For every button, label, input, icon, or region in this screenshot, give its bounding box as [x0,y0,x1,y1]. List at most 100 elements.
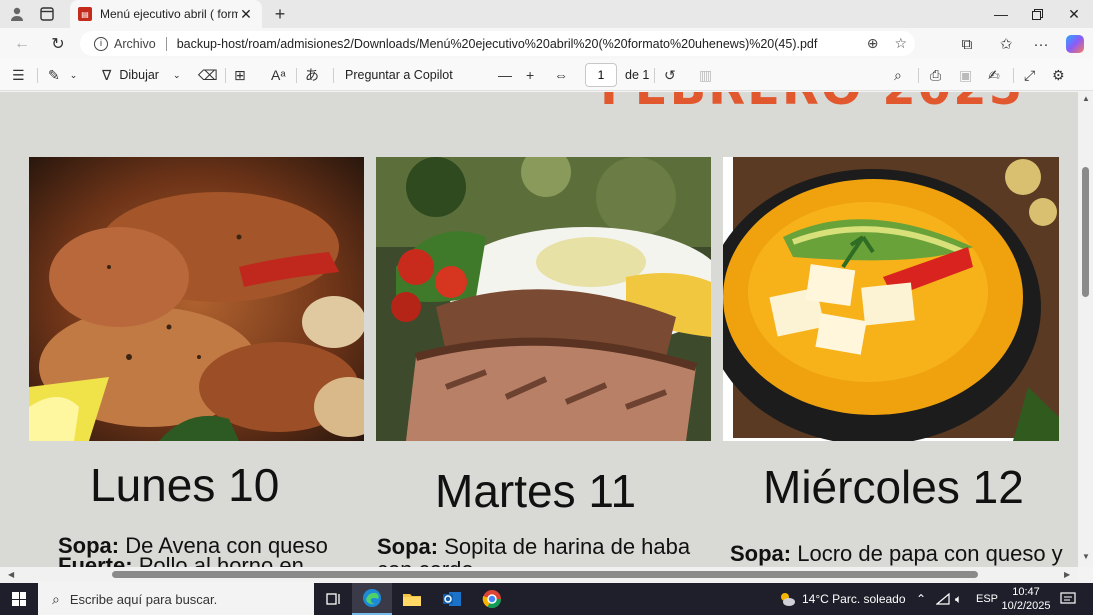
day-title-monday: Lunes 10 [90,459,280,511]
more-menu-icon[interactable]: ··· [1030,33,1052,55]
search-icon: ⌕ [52,590,60,607]
title-bar: ▤ Menú ejecutivo abril ( formato uh ✕ + … [0,0,1093,28]
read-aloud-icon[interactable]: Aᵃ [271,59,286,91]
show-hidden-icons[interactable]: ⌃ [916,583,926,615]
back-icon[interactable]: ← [10,33,34,55]
minimize-icon[interactable]: — [983,0,1019,28]
tab-pdf[interactable]: ▤ Menú ejecutivo abril ( formato uh ✕ [70,0,262,28]
draw-button[interactable]: ∇ Dibujar ⌄ [102,59,181,91]
scroll-right-icon[interactable]: ▶ [1064,570,1070,579]
tab-title: Menú ejecutivo abril ( formato uh [100,7,238,21]
translate-icon[interactable]: あ [305,59,319,91]
divider [918,68,919,83]
food-image-locro-soup [723,157,1059,441]
search-placeholder: Escribe aquí para buscar. [69,591,218,607]
tuesday-soup-line-2: con cerdo [377,558,474,568]
windows-logo-icon [12,592,26,606]
day-title-wednesday: Miércoles 12 [763,461,1024,513]
draw-icon: ∇ [102,66,112,83]
close-tab-icon[interactable]: ✕ [238,6,254,23]
rotate-icon[interactable]: ↺ [664,59,676,91]
zoom-in-icon[interactable]: + [526,59,534,91]
taskbar-search[interactable]: ⌕ Escribe aquí para buscar. [38,583,314,615]
soup-text: Sopita de harina de haba [444,534,691,559]
ask-copilot-button[interactable]: Preguntar a Copilot [345,59,453,91]
wednesday-soup-line: Sopa: Locro de papa con queso y [730,542,1063,566]
page-view-icon[interactable]: ▥ [699,59,712,91]
divider [225,68,226,83]
main-course-text: Pollo al horno en [138,553,304,568]
profile-icon[interactable] [2,0,32,28]
soup-label: Sopa: [730,541,792,566]
outlook-icon[interactable] [432,583,472,615]
print-icon[interactable]: ⎙ [930,59,941,91]
url-text[interactable]: backup-host/roam/admisiones2/Downloads/M… [177,37,818,51]
notifications-icon[interactable] [1060,583,1076,615]
monday-main-line: Fuerte: Pollo al horno en [58,553,304,568]
site-scheme-label: Archivo [114,36,156,51]
network-icon[interactable] [936,583,950,615]
scroll-left-icon[interactable]: ◀ [8,570,14,579]
page-number-input[interactable]: 1 [585,63,617,87]
soup-label: Sopa: [377,534,439,559]
close-window-icon[interactable]: ✕ [1056,0,1092,28]
vertical-scrollbar[interactable]: ▲ ▼ [1078,92,1093,567]
horizontal-scroll-thumb[interactable] [112,571,978,578]
day-title-tuesday: Martes 11 [435,465,637,517]
fullscreen-icon[interactable]: ⤢ [1024,59,1035,91]
zoom-out-icon[interactable]: — [498,59,512,91]
eraser-icon[interactable]: ⌫ [198,59,218,91]
soup-text: Locro de papa con queso y [797,541,1063,566]
tab-actions-icon[interactable] [32,0,62,28]
weather-text: 14°C Parc. soleado [802,592,906,606]
text-box-icon[interactable]: ⊞ [234,59,246,91]
pdf-icon: ▤ [78,7,92,21]
vertical-scroll-thumb[interactable] [1082,167,1089,297]
copilot-icon[interactable] [1064,33,1086,55]
task-view-icon[interactable] [314,583,354,615]
pdf-document-view[interactable]: FEBRERO 2025 [0,92,1078,567]
new-tab-icon[interactable]: + [270,4,290,24]
language-indicator[interactable]: ESP [976,583,998,615]
page-total: de 1 [625,68,650,82]
clock-date: 10/2/2025 [1001,600,1051,612]
divider [296,68,297,83]
scroll-up-icon[interactable]: ▲ [1082,94,1090,103]
restore-icon[interactable] [1019,0,1055,28]
favorite-star-icon[interactable]: ☆ [894,35,907,52]
divider [165,36,167,51]
contents-icon[interactable]: ☰ [12,59,25,91]
save-as-icon[interactable]: ✍ [988,59,1000,91]
chevron-down-icon[interactable]: ⌄ [173,70,181,81]
address-bar[interactable]: i Archivo backup-host/roam/admisiones2/D… [80,31,915,56]
scroll-down-icon[interactable]: ▼ [1082,552,1090,561]
food-image-chicken [29,157,364,441]
favorites-icon[interactable]: ✩ [995,33,1017,55]
settings-gear-icon[interactable]: ⚙ [1052,59,1065,91]
taskbar: ⌕ Escribe aquí para buscar. 14°C Parc. s… [0,583,1093,615]
tuesday-soup-line: Sopa: Sopita de harina de haba [377,535,690,559]
info-icon[interactable]: i [94,36,108,51]
weather-icon [781,593,795,606]
food-image-steak [376,157,711,441]
clock-time: 10:47 [1012,586,1040,598]
chrome-icon[interactable] [472,583,512,615]
clock[interactable]: 10:47 10/2/2025 [998,585,1054,613]
edge-app-icon[interactable] [352,583,392,615]
extensions-icon[interactable]: ⧉ [956,33,978,55]
save-icon[interactable]: ▣ [959,59,972,91]
file-explorer-icon[interactable] [392,583,432,615]
find-icon[interactable]: ⌕ [894,59,902,91]
volume-icon[interactable]: 🔈︎ [955,583,962,615]
month-header: FEBRERO 2025 [600,92,1024,116]
horizontal-scrollbar[interactable]: ◀ ▶ [0,567,1078,582]
refresh-icon[interactable]: ↻ [46,33,70,55]
start-button[interactable] [0,583,38,615]
weather-widget[interactable]: 14°C Parc. soleado [778,583,906,615]
divider [654,68,655,83]
draw-label: Dibujar [119,68,159,82]
zoom-icon[interactable]: ⊕ [867,35,879,52]
fit-page-icon[interactable]: ⇔ [554,59,568,91]
highlight-icon[interactable]: ✎ ⌄ [48,59,77,91]
pdf-toolbar: ☰ ✎ ⌄ ∇ Dibujar ⌄ ⌫ ⊞ Aᵃ あ Preguntar a Co… [0,59,1093,91]
